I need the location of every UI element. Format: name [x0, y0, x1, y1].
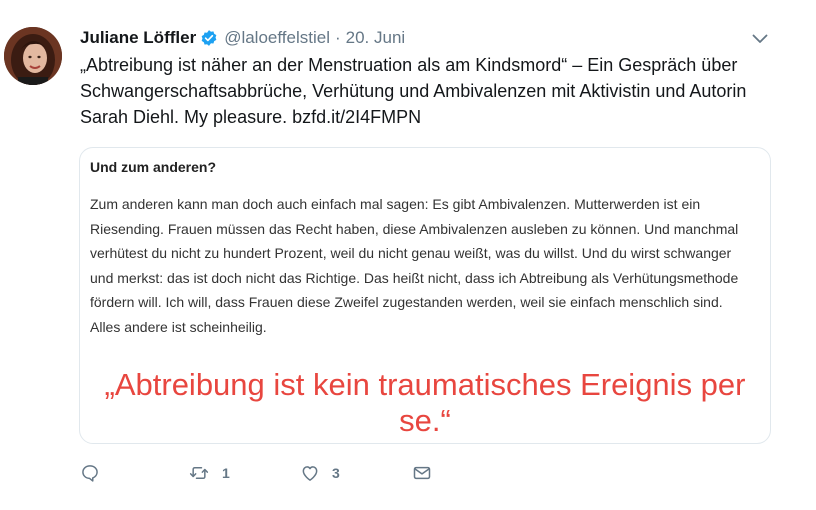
- tweet-header: Juliane Löffler @laloeffelstiel · 20. Ju…: [80, 27, 405, 49]
- like-count: 3: [332, 465, 340, 481]
- avatar-image: [4, 27, 62, 85]
- tweet-date[interactable]: 20. Juni: [346, 28, 406, 48]
- card-body: Zum anderen kann man doch auch einfach m…: [90, 196, 739, 335]
- avatar[interactable]: [4, 27, 62, 85]
- retweet-icon: [189, 467, 209, 479]
- retweet-button[interactable]: 1: [188, 461, 230, 485]
- author-handle[interactable]: @laloeffelstiel: [224, 28, 330, 48]
- verified-badge-icon: [201, 30, 217, 46]
- heart-icon: [302, 466, 318, 481]
- author-name[interactable]: Juliane Löffler: [80, 28, 196, 48]
- card-heading: Und zum anderen?: [90, 159, 217, 175]
- card-quote: „Abtreibung ist kein traumatisches Ereig…: [104, 367, 746, 438]
- reply-icon: [82, 465, 98, 482]
- tweet-text: „Abtreibung ist näher an der Menstruatio…: [80, 55, 747, 127]
- reply-button[interactable]: [80, 461, 112, 485]
- retweet-count: 1: [222, 465, 230, 481]
- like-button[interactable]: 3: [300, 461, 340, 485]
- envelope-icon: [413, 466, 431, 480]
- chevron-down-icon[interactable]: [752, 33, 768, 45]
- header-separator: ·: [334, 28, 341, 47]
- direct-message-button[interactable]: [412, 461, 444, 485]
